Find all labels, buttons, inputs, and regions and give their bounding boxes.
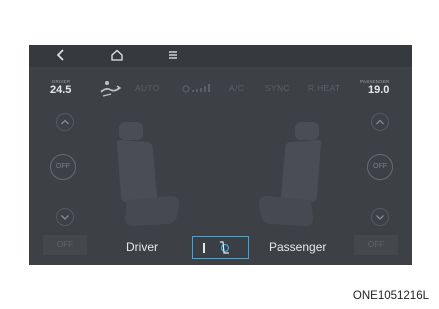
- rear-heat-button[interactable]: R.HEAT: [308, 83, 340, 93]
- top-bar: [29, 45, 412, 67]
- seat-climate-icon: [203, 241, 230, 254]
- menu-icon[interactable]: [165, 47, 181, 63]
- driver-seat-image[interactable]: [113, 120, 181, 230]
- driver-level-up-button[interactable]: [56, 113, 74, 131]
- passenger-seat-image[interactable]: [257, 120, 325, 230]
- climate-status-bar: DRIVER 24.5 AUTO A/C SYNC R.HEAT PASSENG…: [29, 67, 412, 101]
- airflow-mode-icon[interactable]: [97, 78, 123, 100]
- driver-temp-value: 24.5: [50, 84, 72, 96]
- chevron-up-icon: [376, 119, 384, 125]
- climate-screen: DRIVER 24.5 AUTO A/C SYNC R.HEAT PASSENG…: [29, 45, 412, 265]
- passenger-off-button[interactable]: OFF: [354, 235, 398, 255]
- chevron-down-icon: [61, 215, 69, 220]
- passenger-level-up-button[interactable]: [371, 113, 389, 131]
- auto-button[interactable]: AUTO: [135, 83, 160, 93]
- chevron-down-icon: [376, 215, 384, 220]
- driver-level-down-button[interactable]: [56, 208, 74, 226]
- passenger-tab[interactable]: Passenger: [269, 240, 326, 254]
- chevron-up-icon: [61, 119, 69, 125]
- ac-button[interactable]: A/C: [229, 83, 244, 93]
- home-icon[interactable]: [109, 47, 125, 63]
- sync-button[interactable]: SYNC: [265, 83, 290, 93]
- fan-speed-icon[interactable]: [182, 83, 214, 93]
- back-arrow-icon[interactable]: [53, 47, 69, 63]
- passenger-seat-off-button[interactable]: OFF: [367, 154, 393, 180]
- driver-tab[interactable]: Driver: [126, 240, 158, 254]
- driver-seat-off-button[interactable]: OFF: [50, 154, 76, 180]
- passenger-level-down-button[interactable]: [371, 208, 389, 226]
- seat-climate-selector[interactable]: [192, 236, 249, 259]
- driver-off-button[interactable]: OFF: [43, 235, 87, 255]
- passenger-temp-value: 19.0: [368, 84, 390, 96]
- image-caption: ONE1051216L: [352, 290, 429, 302]
